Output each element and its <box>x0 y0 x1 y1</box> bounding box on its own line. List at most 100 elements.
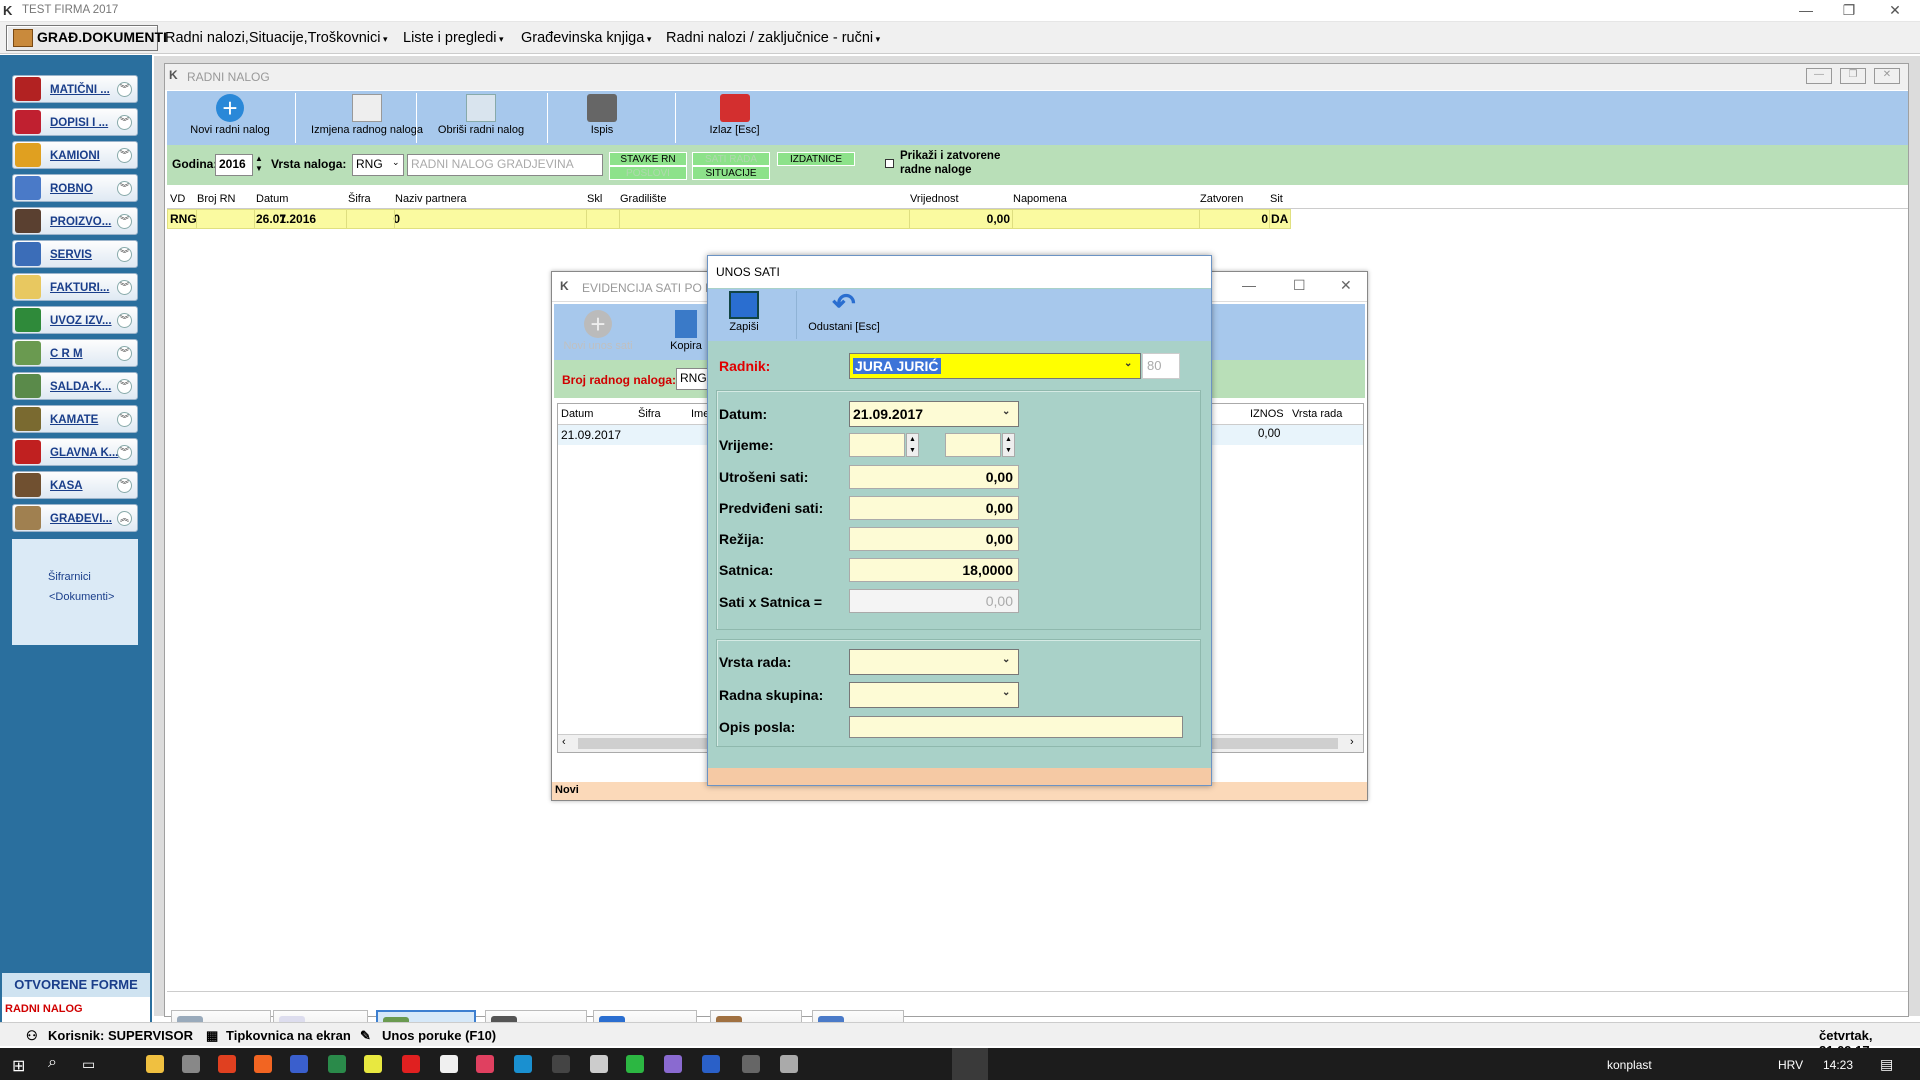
sidebar-item-9[interactable]: C R M ︾ <box>12 339 138 367</box>
novi-radni-nalog-button[interactable]: + Novi radni nalog <box>185 94 275 136</box>
situacije-button[interactable]: SITUACIJE <box>692 166 770 180</box>
windows-start-icon[interactable]: ⊞ <box>12 1056 25 1076</box>
firefox-icon[interactable] <box>254 1055 272 1073</box>
novi-unos-sati-button[interactable]: + Novi unos sati <box>558 310 638 352</box>
chevron-down-icon[interactable]: ⌄ <box>1002 406 1016 417</box>
stavke-rn-button[interactable]: STAVKE RN <box>609 152 687 166</box>
column-header[interactable]: Sit <box>1270 193 1283 205</box>
app-icon[interactable] <box>552 1055 570 1073</box>
radnik-select[interactable]: JURA JURIĆ ⌄ <box>849 353 1141 379</box>
vrsta-rada-select[interactable]: ⌄ <box>849 649 1019 675</box>
search-icon[interactable]: ⌕ <box>48 1054 57 1072</box>
sidebar-item-11[interactable]: KAMATE ︾ <box>12 405 138 433</box>
izdatnice-button[interactable]: IZDATNICE <box>777 152 855 166</box>
pen-icon[interactable] <box>328 1055 346 1073</box>
chevron-down-icon[interactable]: ︾ <box>117 379 132 394</box>
chevron-down-icon[interactable]: ⌄ <box>1002 654 1016 665</box>
restore-button[interactable]: ❐ <box>1826 0 1872 22</box>
chevron-down-icon[interactable]: ︾ <box>117 181 132 196</box>
utroseni-sati-field[interactable]: 0,00 <box>849 465 1019 489</box>
chevron-down-icon[interactable]: ︾ <box>117 82 132 97</box>
store-icon[interactable] <box>182 1055 200 1073</box>
minimize-button[interactable]: — <box>1783 0 1829 22</box>
zapisi-button[interactable]: Zapiši <box>722 291 766 333</box>
sidebar-item-1[interactable]: MATIČNI ... ︾ <box>12 75 138 103</box>
file-explorer-icon[interactable] <box>146 1055 164 1073</box>
chevron-down-icon[interactable]: ⌄ <box>392 157 400 168</box>
chevron-down-icon[interactable]: ︾ <box>117 445 132 460</box>
scroll-right-icon[interactable]: › <box>1350 736 1354 748</box>
datum-field[interactable]: 21.09.2017 ⌄ <box>849 401 1019 427</box>
menu-liste[interactable]: Liste i pregledi <box>403 30 504 46</box>
scroll-left-icon[interactable]: ‹ <box>562 736 566 748</box>
spinner-arrows-icon[interactable]: ▲ ▼ <box>255 154 263 174</box>
menu-radni-nalozi[interactable]: Radni nalozi,Situacije,Troškovnici <box>165 30 387 46</box>
izmjena-radnog-naloga-button[interactable]: Izmjena radnog naloga <box>292 94 442 136</box>
sidebar-sub-dokumenti[interactable]: <Dokumenti> <box>49 591 114 603</box>
kopiraj-button[interactable]: Kopira <box>666 310 706 352</box>
rezija-field[interactable]: 0,00 <box>849 527 1019 551</box>
maximize-button[interactable]: ❐ <box>1840 68 1866 84</box>
save-icon[interactable] <box>290 1055 308 1073</box>
chevron-down-icon[interactable]: ︾ <box>117 478 132 493</box>
minimize-button[interactable]: — <box>1806 68 1832 84</box>
chevron-down-icon[interactable]: ︾ <box>117 115 132 130</box>
chevron-down-icon[interactable]: ︾ <box>117 313 132 328</box>
chevron-down-icon[interactable]: ⌄ <box>1002 687 1016 698</box>
chevron-up-icon[interactable]: ︽ <box>117 511 132 526</box>
vrijeme-do-spinner[interactable]: ▲ ▼ <box>1002 433 1015 457</box>
app-icon[interactable] <box>476 1055 494 1073</box>
close-button[interactable]: ✕ <box>1872 0 1918 22</box>
open-form-item[interactable]: RADNI NALOG <box>2 997 150 1021</box>
column-header[interactable]: Zatvoren <box>1200 193 1243 205</box>
sidebar-item-8[interactable]: UVOZ IZV... ︾ <box>12 306 138 334</box>
sidebar-item-12[interactable]: GLAVNA K... ︾ <box>12 438 138 466</box>
sidebar-sub-sifrarnici[interactable]: Šifrarnici <box>48 571 91 583</box>
vrijeme-do-field[interactable] <box>945 433 1001 457</box>
minimize-button[interactable]: — <box>1242 277 1256 293</box>
column-header[interactable]: Datum <box>256 193 288 205</box>
sati-rada-button[interactable]: SATI RADA <box>692 152 770 166</box>
sidebar-item-14[interactable]: GRAĐEVI... ︽ <box>12 504 138 532</box>
task-view-icon[interactable]: ▭ <box>82 1056 95 1073</box>
tipkovnica-button[interactable]: Tipkovnica na ekran <box>226 1028 351 1043</box>
opis-posla-field[interactable] <box>849 716 1183 738</box>
odustani-button[interactable]: ↶ Odustani [Esc] <box>804 290 884 334</box>
close-button[interactable]: ✕ <box>1874 68 1900 84</box>
chevron-down-icon[interactable]: ︾ <box>117 214 132 229</box>
maximize-button[interactable]: ☐ <box>1293 277 1306 294</box>
chevron-down-icon[interactable]: ︾ <box>117 247 132 262</box>
sidebar-item-10[interactable]: SALDA-K... ︾ <box>12 372 138 400</box>
sidebar-item-2[interactable]: DOPISI I ... ︾ <box>12 108 138 136</box>
izlaz-button[interactable]: Izlaz [Esc] <box>687 94 782 136</box>
sidebar-item-6[interactable]: SERVIS ︾ <box>12 240 138 268</box>
sidebar-item-3[interactable]: KAMIONI ︾ <box>12 141 138 169</box>
menu-gradevinska-knjiga[interactable]: Građevinska knjiga <box>521 30 651 46</box>
viber-icon[interactable] <box>664 1055 682 1073</box>
chevron-down-icon[interactable]: ︾ <box>117 346 132 361</box>
taskbar-language[interactable]: HRV <box>1778 1058 1803 1072</box>
column-header[interactable]: Šifra <box>348 193 371 205</box>
ispis-button[interactable]: Ispis <box>562 94 642 136</box>
vrijeme-od-spinner[interactable]: ▲ ▼ <box>906 433 919 457</box>
steam-icon[interactable] <box>590 1055 608 1073</box>
table-row[interactable]: RNG 1 26.07.2016 0 0,00 0 DA <box>167 209 1291 229</box>
whatsapp-icon[interactable] <box>626 1055 644 1073</box>
radna-skupina-select[interactable]: ⌄ <box>849 682 1019 708</box>
column-header[interactable]: Vrijednost <box>910 193 959 205</box>
notifications-icon[interactable]: ▤ <box>1880 1056 1893 1073</box>
vrijeme-od-field[interactable] <box>849 433 905 457</box>
column-header[interactable]: Skl <box>587 193 602 205</box>
paint-icon[interactable] <box>402 1055 420 1073</box>
column-header[interactable]: Gradilište <box>620 193 666 205</box>
close-button[interactable]: ✕ <box>1340 277 1352 294</box>
app-icon[interactable] <box>742 1055 760 1073</box>
sidebar-item-13[interactable]: KASA ︾ <box>12 471 138 499</box>
column-header[interactable]: Naziv partnera <box>395 193 467 205</box>
satnica-field[interactable]: 18,0000 <box>849 558 1019 582</box>
chevron-down-icon[interactable]: ︾ <box>117 412 132 427</box>
column-header[interactable]: Broj RN <box>197 193 236 205</box>
sidebar-item-7[interactable]: FAKTURI... ︾ <box>12 273 138 301</box>
unos-poruke-button[interactable]: Unos poruke (F10) <box>382 1028 496 1043</box>
calculator-icon[interactable] <box>440 1055 458 1073</box>
